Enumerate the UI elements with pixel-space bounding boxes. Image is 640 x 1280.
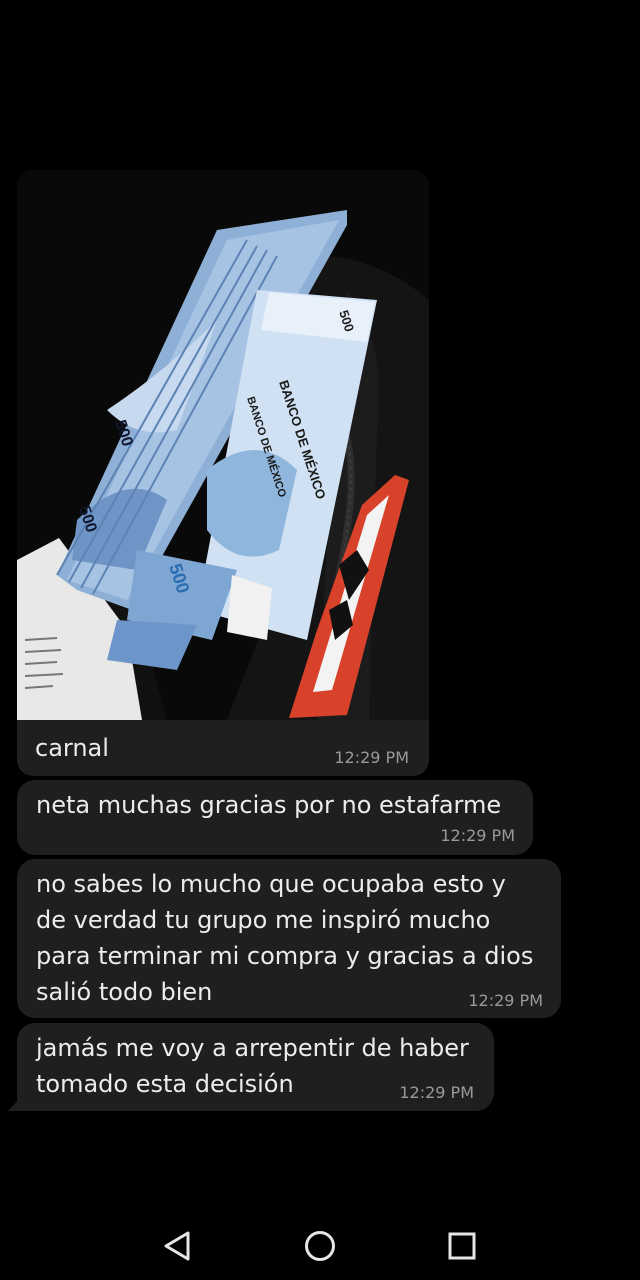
banknotes-photo[interactable]: BANCO DE MÉXICO BANCO DE MÉXICO 500 500 … — [17, 170, 429, 720]
image-message-bubble[interactable]: BANCO DE MÉXICO BANCO DE MÉXICO 500 500 … — [17, 170, 429, 776]
message-text: neta muchas gracias por no estafarme — [36, 791, 502, 819]
chat-screen: BANCO DE MÉXICO BANCO DE MÉXICO 500 500 … — [0, 0, 640, 1280]
message-timestamp: 12:29 PM — [334, 748, 409, 767]
bubble-tail — [8, 1098, 20, 1111]
navigation-bar — [0, 1208, 640, 1280]
back-button[interactable] — [158, 1226, 198, 1266]
square-recents-icon — [448, 1232, 476, 1260]
message-timestamp: 12:29 PM — [440, 826, 515, 845]
message-bubble[interactable]: no sabes lo mucho que ocupaba esto y de … — [17, 859, 561, 1018]
triangle-back-icon — [164, 1231, 190, 1261]
message-line: para terminar mi compra y gracias a dios — [36, 942, 534, 970]
image-caption-row: carnal 12:29 PM — [17, 720, 429, 776]
message-line: no sabes lo mucho que ocupaba esto y — [36, 870, 506, 898]
message-timestamp: 12:29 PM — [468, 991, 543, 1010]
message-timestamp: 12:29 PM — [399, 1083, 474, 1102]
message-bubble[interactable]: neta muchas gracias por no estafarme 12:… — [17, 780, 533, 855]
message-text: no sabes lo mucho que ocupaba esto y de … — [36, 866, 551, 1010]
home-button[interactable] — [300, 1226, 340, 1266]
image-caption: carnal — [35, 734, 109, 762]
circle-home-icon — [305, 1231, 335, 1261]
message-line: de verdad tu grupo me inspiró mucho — [36, 906, 491, 934]
recents-button[interactable] — [442, 1226, 482, 1266]
message-line: jamás me voy a arrepentir de haber — [36, 1034, 469, 1062]
message-bubble[interactable]: jamás me voy a arrepentir de haber tomad… — [17, 1023, 494, 1111]
